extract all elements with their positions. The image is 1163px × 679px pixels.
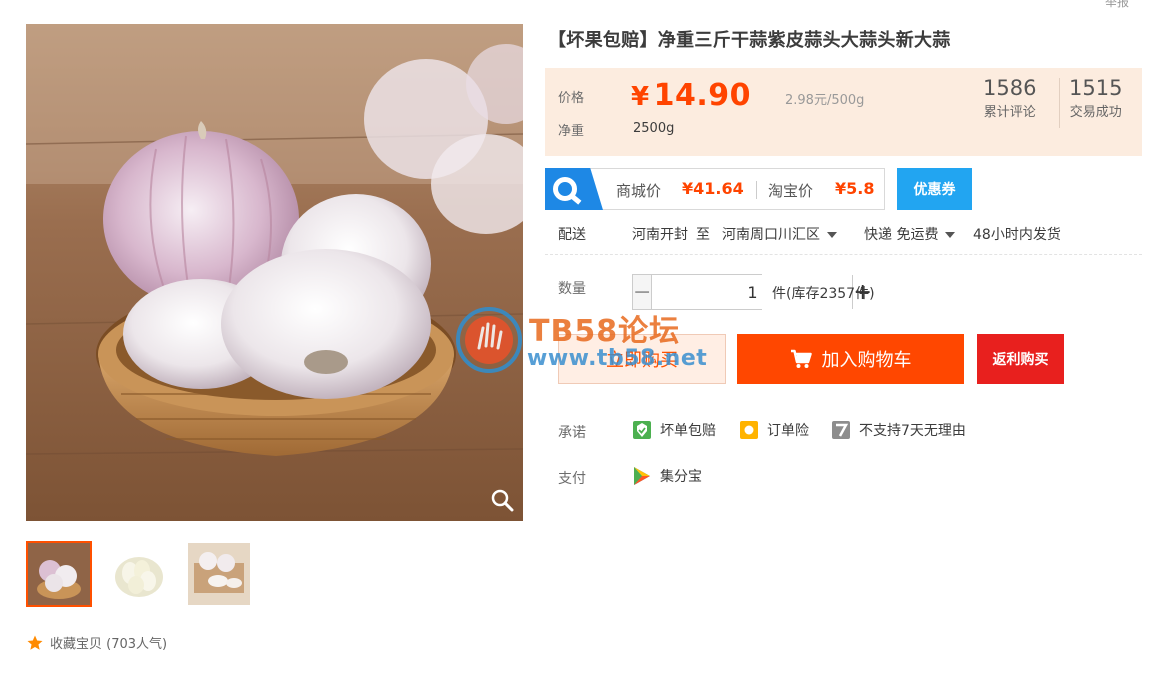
main-product-image[interactable] <box>26 24 523 521</box>
deals-label: 交易成功 <box>1069 105 1122 120</box>
promise-text: 坏单包赔 <box>660 423 716 439</box>
weight-value: 2500g <box>633 121 675 136</box>
unit-price: 2.98元/500g <box>785 93 865 108</box>
quantity-label: 数量 <box>558 281 586 297</box>
promise-text: 订单险 <box>767 423 809 439</box>
magnifier-icon[interactable] <box>489 487 515 513</box>
thumbnail-garlic-basket <box>28 543 90 605</box>
report-link[interactable]: 举报 <box>1105 0 1129 10</box>
price-panel: 价格 ¥14.90 2.98元/500g 净重 2500g 1586 累计评论 … <box>545 68 1142 156</box>
forum-watermark: TB58论坛 www.tb58.net <box>455 306 715 376</box>
shipping-to-word: 至 <box>696 227 710 243</box>
thumbnail-2[interactable] <box>106 541 172 607</box>
thumbnail-garlic-cloves <box>108 543 170 605</box>
deals-stat: 1515 交易成功 <box>1069 76 1122 120</box>
promise-label: 承诺 <box>558 425 586 441</box>
mall-price-label: 商城价 <box>616 182 662 200</box>
favorite-link[interactable]: 收藏宝贝 (703人气) <box>26 633 167 652</box>
watermark-logo-icon <box>456 307 522 373</box>
price-label: 价格 <box>558 91 585 106</box>
chevron-down-icon <box>945 232 956 238</box>
section-divider <box>545 254 1142 255</box>
shipping-destination-select[interactable]: 河南周口川汇区 <box>722 224 837 244</box>
promise-item-insurance: 订单险 <box>739 420 809 440</box>
shipping-method: 快递 免运费 <box>864 227 939 243</box>
taobao-price-value: ¥5.8 <box>835 179 875 198</box>
taobao-price-label: 淘宝价 <box>768 182 814 200</box>
shield-check-icon <box>633 421 651 439</box>
seven-day-icon <box>832 421 850 439</box>
insurance-icon <box>740 421 758 439</box>
reviews-stat[interactable]: 1586 累计评论 <box>983 76 1036 120</box>
add-to-cart-button[interactable]: 加入购物车 <box>737 334 964 384</box>
product-page: 举报 收藏宝贝 (703人气) 【坏果包赔】净重三斤干蒜紫皮蒜头大蒜头新大蒜 价… <box>0 0 1163 679</box>
thumbnail-3[interactable] <box>186 541 252 607</box>
shipping-label: 配送 <box>558 227 586 243</box>
shopping-cart-icon <box>790 349 812 368</box>
chevron-down-icon <box>827 232 837 238</box>
currency-symbol: ¥ <box>631 82 650 112</box>
reviews-label: 累计评论 <box>983 105 1036 120</box>
coupon-button[interactable]: 优惠券 <box>897 168 972 210</box>
garlic-photo <box>26 24 523 521</box>
q-logo-icon <box>545 168 603 210</box>
payment-method: 集分宝 <box>632 466 702 486</box>
deals-count: 1515 <box>1069 76 1123 100</box>
shipping-method-select[interactable]: 快递 免运费 <box>864 224 956 244</box>
decrease-quantity-button[interactable]: − <box>633 275 653 309</box>
watermark-url: www.tb58.net <box>527 346 708 371</box>
mall-price-value: ¥41.64 <box>682 179 744 198</box>
product-title: 【坏果包赔】净重三斤干蒜紫皮蒜头大蒜头新大蒜 <box>548 30 951 51</box>
shipping-from: 河南开封 <box>632 227 688 243</box>
dispatch-time: 48小时内发货 <box>973 227 1061 243</box>
thumbnail-garlic-board <box>188 543 250 605</box>
thumbnail-list <box>26 541 252 607</box>
promise-item-compensation: 坏单包赔 <box>632 420 716 440</box>
shipping-destination: 河南周口川汇区 <box>722 227 820 243</box>
price-value: ¥14.90 <box>631 78 751 113</box>
thumbnail-1[interactable] <box>26 541 92 607</box>
favorite-label: 收藏宝贝 (703人气) <box>50 637 168 652</box>
stats-divider <box>1059 78 1060 128</box>
jifenbao-icon <box>634 467 650 485</box>
compare-divider <box>756 181 757 199</box>
payment-label: 支付 <box>558 471 586 487</box>
stock-info: 件(库存2357件) <box>772 286 875 302</box>
payment-method-label: 集分宝 <box>660 469 702 485</box>
promise-text: 不支持7天无理由 <box>859 423 966 439</box>
price-amount: 14.90 <box>653 78 751 113</box>
star-icon <box>27 635 43 650</box>
reviews-count: 1586 <box>983 76 1037 100</box>
rebate-buy-button[interactable]: 返利购买 <box>977 334 1064 384</box>
weight-label: 净重 <box>558 124 585 139</box>
quantity-stepper: − + <box>632 274 872 310</box>
add-to-cart-label: 加入购物车 <box>821 350 912 371</box>
promise-item-no-return: 不支持7天无理由 <box>831 420 966 440</box>
price-compare-bar: 商城价 ¥41.64 淘宝价 ¥5.8 <box>545 168 885 210</box>
watermark-title: TB58论坛 <box>529 314 681 349</box>
